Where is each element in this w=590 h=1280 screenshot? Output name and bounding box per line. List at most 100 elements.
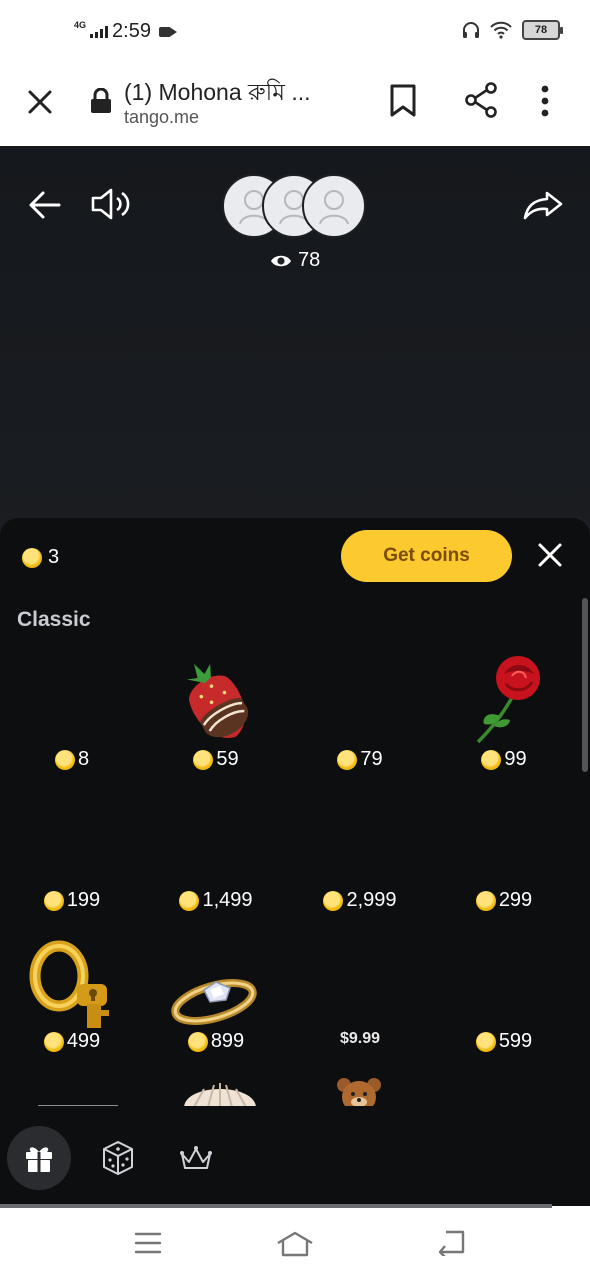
gift-grid: 8 59 79 99 199 1,499 2,999 299 499 899 $… xyxy=(0,650,576,1073)
gift-image-placeholder xyxy=(288,932,432,1030)
chocolate-strawberry-icon xyxy=(144,650,288,748)
gift-price: 2,999 xyxy=(288,889,432,912)
gift-image-placeholder xyxy=(0,650,144,748)
gift-item[interactable]: 2,999 xyxy=(288,791,432,932)
tab-games[interactable] xyxy=(86,1126,150,1190)
gift-price-value: 99 xyxy=(504,748,527,770)
gift-category-tabs xyxy=(0,1106,590,1206)
coin-icon xyxy=(337,749,358,770)
page-url[interactable]: tango.me xyxy=(124,107,199,128)
clock: 2:59 xyxy=(112,20,151,42)
tab-gifts[interactable] xyxy=(7,1126,71,1190)
network-type: 4G xyxy=(74,19,87,30)
gift-icon xyxy=(26,1147,52,1172)
system-navigation-bar xyxy=(0,1210,590,1280)
home-icon[interactable] xyxy=(275,1230,315,1258)
gift-image-placeholder xyxy=(432,932,576,1030)
gift-row: 8 59 79 99 xyxy=(0,650,576,791)
user-placeholder-icon xyxy=(319,190,349,225)
gift-item[interactable]: 499 xyxy=(0,932,144,1073)
viewer-count: 78 xyxy=(270,249,320,272)
gift-price: 599 xyxy=(432,1030,576,1053)
viewer-count-value: 78 xyxy=(298,249,321,271)
status-right: 78 xyxy=(462,20,563,40)
gift-price-value: 2,999 xyxy=(346,889,397,911)
gift-price-value: 899 xyxy=(210,1030,245,1052)
gift-panel: 3 Get coins Classic 8 59 79 99 199 1,499… xyxy=(0,518,590,1206)
gift-item[interactable]: 299 xyxy=(432,791,576,932)
gift-price: 299 xyxy=(432,889,576,912)
gift-price: 79 xyxy=(288,748,432,771)
close-tab-icon[interactable] xyxy=(24,86,56,118)
lock-icon xyxy=(91,88,111,113)
gift-scrollbar[interactable] xyxy=(582,598,588,772)
coin-icon xyxy=(475,1031,496,1052)
gift-price-value: 79 xyxy=(360,748,383,770)
coin-icon xyxy=(54,749,75,770)
close-icon[interactable] xyxy=(536,541,564,569)
gift-price-value: $9.99 xyxy=(339,1030,381,1047)
bookmark-icon[interactable] xyxy=(388,84,418,118)
gift-price-value: 59 xyxy=(216,748,239,770)
gift-item[interactable]: 59 xyxy=(144,650,288,791)
gift-item[interactable]: 99 xyxy=(432,650,576,791)
recent-apps-icon[interactable] xyxy=(134,1230,162,1256)
gift-item[interactable]: 79 xyxy=(288,650,432,791)
gift-price-value: 8 xyxy=(77,748,90,770)
gift-price: 899 xyxy=(144,1030,288,1053)
video-recording-icon xyxy=(158,26,177,37)
coin-icon xyxy=(475,890,496,911)
coin-icon xyxy=(22,547,42,568)
gesture-divider xyxy=(0,1204,552,1208)
status-left: 4G 2:59 xyxy=(74,19,177,43)
coin-icon xyxy=(481,749,502,770)
gift-price: 59 xyxy=(144,748,288,771)
seashell-icon[interactable] xyxy=(180,1073,260,1107)
gift-item[interactable]: $9.99 xyxy=(288,932,432,1073)
back-icon[interactable] xyxy=(436,1230,466,1256)
coin-icon xyxy=(193,749,214,770)
headphones-icon xyxy=(463,22,479,38)
diamond-ring-icon xyxy=(144,932,288,1030)
gift-price-value: 1,499 xyxy=(202,889,253,911)
signal-icon xyxy=(90,25,109,38)
gift-item[interactable]: 1,499 xyxy=(144,791,288,932)
tab-vip[interactable] xyxy=(164,1126,228,1190)
coin-icon xyxy=(43,890,64,911)
status-bar: 4G 2:59 78 xyxy=(0,0,590,62)
gift-price-value: 299 xyxy=(498,889,533,911)
gift-price: 8 xyxy=(0,748,144,771)
crown-icon xyxy=(180,1146,212,1169)
golden-key-icon xyxy=(0,932,144,1030)
gift-item[interactable]: 199 xyxy=(0,791,144,932)
coin-icon xyxy=(179,890,200,911)
more-options-icon[interactable] xyxy=(540,84,550,118)
share-forward-icon[interactable] xyxy=(522,190,564,220)
coin-icon xyxy=(43,1031,64,1052)
gift-item[interactable]: 899 xyxy=(144,932,288,1073)
back-arrow-icon[interactable] xyxy=(28,190,62,220)
gift-price-value: 199 xyxy=(66,889,101,911)
gift-price-value: 599 xyxy=(498,1030,533,1052)
coin-balance-value: 3 xyxy=(48,546,60,568)
gift-row: 199 1,499 2,999 299 xyxy=(0,791,576,932)
gift-image-placeholder xyxy=(288,791,432,889)
gift-image-placeholder xyxy=(432,791,576,889)
coin-balance: 3 xyxy=(22,546,59,569)
red-rose-icon xyxy=(432,650,576,748)
gift-image-placeholder xyxy=(0,791,144,889)
gift-row: 499 899 $9.99 599 xyxy=(0,932,576,1073)
speaker-icon[interactable] xyxy=(90,186,134,222)
get-coins-button[interactable]: Get coins xyxy=(341,530,512,582)
gift-price: 1,499 xyxy=(144,889,288,912)
viewer-avatars[interactable] xyxy=(222,174,368,238)
wifi-icon xyxy=(490,21,512,39)
section-title-classic: Classic xyxy=(17,608,91,631)
avatar[interactable] xyxy=(302,174,366,238)
gift-price: 499 xyxy=(0,1030,144,1053)
share-icon[interactable] xyxy=(464,82,500,118)
eye-icon xyxy=(271,255,291,266)
gift-item[interactable]: 8 xyxy=(0,650,144,791)
gift-item[interactable]: 599 xyxy=(432,932,576,1073)
teddy-bear-icon[interactable] xyxy=(334,1073,384,1107)
